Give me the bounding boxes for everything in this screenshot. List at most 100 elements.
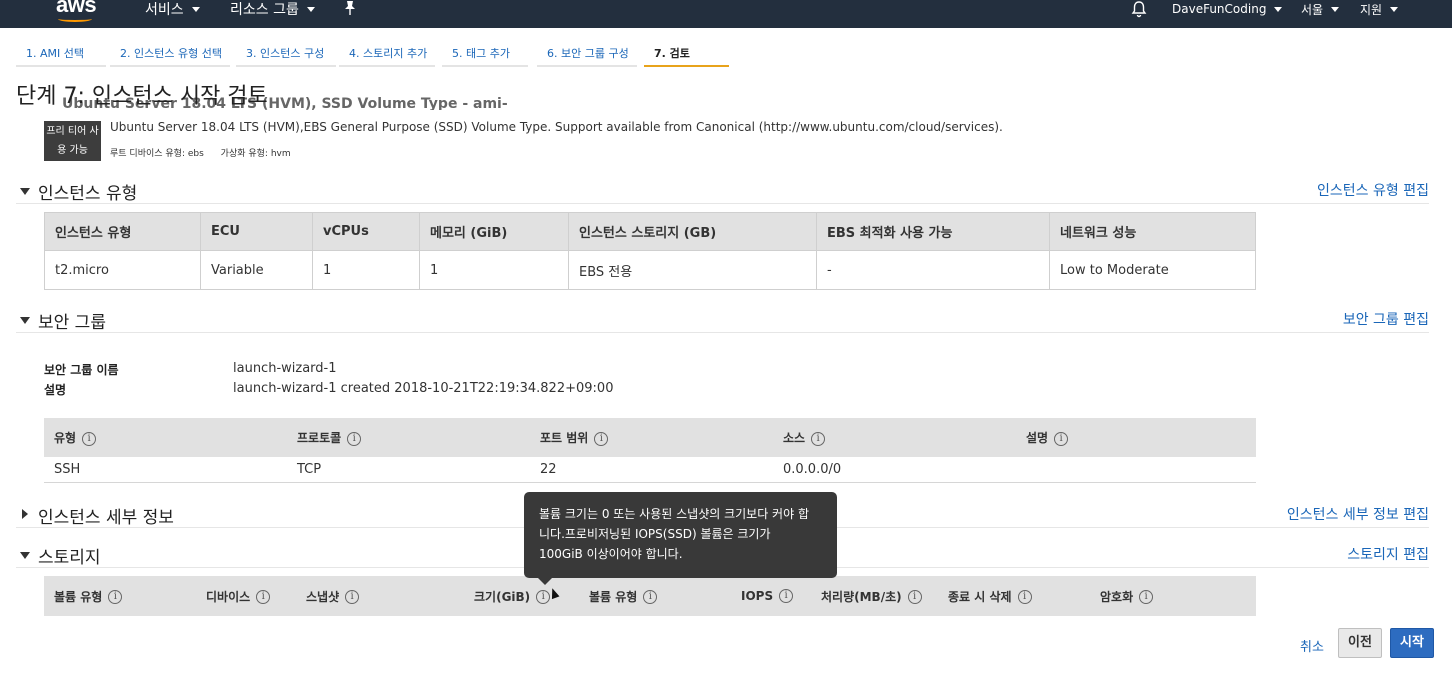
pin-icon[interactable] bbox=[343, 0, 357, 20]
table-cell: - bbox=[816, 250, 1050, 290]
table-cell: t2.micro bbox=[44, 250, 201, 290]
services-menu[interactable]: 서비스 bbox=[145, 0, 200, 18]
tab-instance-type[interactable]: 2. 인스턴스 유형 선택 bbox=[110, 40, 230, 67]
column-header-label: 종료 시 삭제 bbox=[948, 589, 1012, 604]
volume-size-tooltip: 볼륨 크기는 0 또는 사용된 스냅샷의 크기보다 커야 합 니다.프로비저닝된… bbox=[524, 492, 837, 585]
tab-add-storage[interactable]: 4. 스토리지 추가 bbox=[339, 40, 435, 67]
aws-logo[interactable]: aws bbox=[56, 0, 97, 22]
column-header: 볼륨 유형 i bbox=[44, 576, 196, 616]
table-row: t2.micro Variable 1 1 EBS 전용 - Low to Mo… bbox=[44, 250, 1256, 290]
table-cell: 1 bbox=[312, 250, 420, 290]
info-icon[interactable]: i bbox=[594, 431, 609, 446]
tab-instance-config[interactable]: 3. 인스턴스 구성 bbox=[236, 40, 336, 67]
expand-arrow-icon[interactable] bbox=[22, 509, 28, 519]
table-row: SSH TCP 22 0.0.0.0/0 bbox=[44, 457, 1256, 483]
info-icon[interactable]: i bbox=[1054, 431, 1069, 446]
notification-bell-icon[interactable] bbox=[1130, 0, 1148, 18]
previous-button[interactable]: 이전 bbox=[1338, 628, 1382, 658]
security-group-name-label: 보안 그룹 이름 bbox=[44, 363, 119, 377]
security-group-section-header[interactable]: 보안 그룹 보안 그룹 편집 bbox=[16, 309, 1429, 333]
section-title: 보안 그룹 bbox=[38, 313, 106, 333]
column-header: 프로토콜 i bbox=[287, 418, 530, 457]
column-header-label: 크기(GiB) bbox=[474, 589, 531, 604]
column-header: 암호화 i bbox=[1090, 576, 1256, 616]
column-header: 종료 시 삭제 i bbox=[938, 576, 1090, 616]
column-header: 인스턴스 스토리지 (GB) bbox=[568, 212, 817, 251]
collapse-arrow-icon[interactable] bbox=[20, 317, 30, 324]
info-icon[interactable]: i bbox=[345, 590, 360, 604]
instance-type-table: 인스턴스 유형 ECU vCPUs 메모리 (GiB) 인스턴스 스토리지 (G… bbox=[44, 212, 1256, 290]
column-header: EBS 최적화 사용 가능 bbox=[816, 212, 1050, 251]
info-icon[interactable]: i bbox=[811, 431, 826, 446]
collapse-arrow-icon[interactable] bbox=[20, 552, 30, 559]
table-cell: 1 bbox=[419, 250, 569, 290]
collapse-arrow-icon[interactable] bbox=[20, 188, 30, 195]
cancel-link[interactable]: 취소 bbox=[1300, 636, 1324, 655]
resource-groups-menu[interactable]: 리소스 그룹 bbox=[230, 0, 315, 18]
region-menu[interactable]: 서울 bbox=[1301, 0, 1340, 18]
tab-add-tags[interactable]: 5. 태그 추가 bbox=[442, 40, 528, 67]
column-header-label: 소스 bbox=[783, 431, 806, 445]
account-name: DaveFunCoding bbox=[1172, 2, 1267, 16]
column-header: vCPUs bbox=[312, 212, 420, 251]
info-icon[interactable]: i bbox=[1139, 590, 1154, 604]
top-navigation-bar: aws 서비스 리소스 그룹 DaveFunCoding 서울 지원 bbox=[0, 0, 1452, 28]
security-group-name-value: launch-wizard-1 bbox=[233, 361, 337, 376]
column-header-label: 포트 범위 bbox=[540, 431, 589, 445]
tab-ami-select[interactable]: 1. AMI 선택 bbox=[16, 40, 106, 67]
table-cell: 0.0.0.0/0 bbox=[773, 457, 1016, 483]
tooltip-line: 볼륨 크기는 0 또는 사용된 스냅샷의 크기보다 커야 합 bbox=[539, 507, 809, 521]
edit-security-group-link[interactable]: 보안 그룹 편집 bbox=[1343, 309, 1429, 329]
account-menu[interactable]: DaveFunCoding bbox=[1172, 0, 1283, 18]
column-header: 메모리 (GiB) bbox=[419, 212, 569, 251]
section-title: 스토리지 bbox=[38, 548, 101, 568]
info-icon[interactable]: i bbox=[347, 431, 362, 446]
tooltip-line: 100GiB 이상이어야 합니다. bbox=[539, 547, 683, 561]
support-menu[interactable]: 지원 bbox=[1360, 0, 1399, 18]
column-header: 볼륨 유형 i bbox=[579, 576, 731, 616]
edit-instance-details-link[interactable]: 인스턴스 세부 정보 편집 bbox=[1287, 504, 1429, 524]
info-icon[interactable]: i bbox=[536, 590, 551, 604]
column-header-label: 암호화 bbox=[1100, 589, 1134, 604]
free-tier-line2: 용 가능 bbox=[57, 145, 88, 156]
table-header-row: 볼륨 유형 i 디바이스 i 스냅샷 i 크기(GiB) i 볼륨 유형 i IOPS i … bbox=[44, 576, 1256, 616]
instance-type-section-header[interactable]: 인스턴스 유형 인스턴스 유형 편집 bbox=[16, 180, 1429, 204]
column-header: 인스턴스 유형 bbox=[44, 212, 201, 251]
chevron-down-icon bbox=[1331, 6, 1340, 12]
info-icon[interactable]: i bbox=[108, 590, 123, 604]
info-icon[interactable]: i bbox=[82, 431, 97, 446]
info-icon[interactable]: i bbox=[779, 589, 794, 604]
table-header-row: 유형 i 프로토콜 i 포트 범위 i 소스 i 설명 i bbox=[44, 418, 1256, 457]
ami-description: Ubuntu Server 18.04 LTS (HVM),EBS Genera… bbox=[110, 120, 1003, 134]
column-header: 디바이스 i bbox=[196, 576, 296, 616]
info-icon[interactable]: i bbox=[1017, 590, 1032, 604]
info-icon[interactable]: i bbox=[907, 590, 922, 604]
chevron-down-icon bbox=[1274, 6, 1283, 12]
section-title: 인스턴스 세부 정보 bbox=[38, 508, 174, 528]
chevron-down-icon bbox=[1390, 6, 1399, 12]
tab-security-group[interactable]: 6. 보안 그룹 구성 bbox=[537, 40, 637, 67]
launch-button[interactable]: 시작 bbox=[1390, 628, 1434, 658]
column-header: 유형 i bbox=[44, 418, 287, 457]
services-label: 서비스 bbox=[145, 2, 184, 18]
column-header-label: 유형 bbox=[54, 431, 77, 445]
table-cell: Low to Moderate bbox=[1049, 250, 1256, 290]
column-header: 처리량(MB/초) i bbox=[811, 576, 938, 616]
column-header-label: 설명 bbox=[1026, 431, 1049, 445]
table-cell bbox=[1016, 457, 1256, 483]
tab-review[interactable]: 7. 검토 bbox=[644, 40, 729, 67]
table-header-row: 인스턴스 유형 ECU vCPUs 메모리 (GiB) 인스턴스 스토리지 (G… bbox=[44, 212, 1256, 251]
resource-groups-label: 리소스 그룹 bbox=[230, 2, 299, 18]
column-header-label: IOPS bbox=[741, 588, 774, 603]
page-title: 단계 7: 인스턴스 시작 검토 bbox=[16, 84, 268, 109]
column-header: IOPS i bbox=[731, 576, 811, 616]
column-header: 포트 범위 i bbox=[530, 418, 773, 457]
column-header: 네트워크 성능 bbox=[1049, 212, 1256, 251]
edit-instance-type-link[interactable]: 인스턴스 유형 편집 bbox=[1317, 180, 1429, 200]
region-label: 서울 bbox=[1301, 2, 1324, 17]
info-icon[interactable]: i bbox=[643, 590, 658, 604]
column-header-label: 처리량(MB/초) bbox=[821, 589, 902, 604]
info-icon[interactable]: i bbox=[256, 590, 271, 604]
column-header: 스냅샷 i bbox=[296, 576, 464, 616]
edit-storage-link[interactable]: 스토리지 편집 bbox=[1347, 544, 1429, 564]
